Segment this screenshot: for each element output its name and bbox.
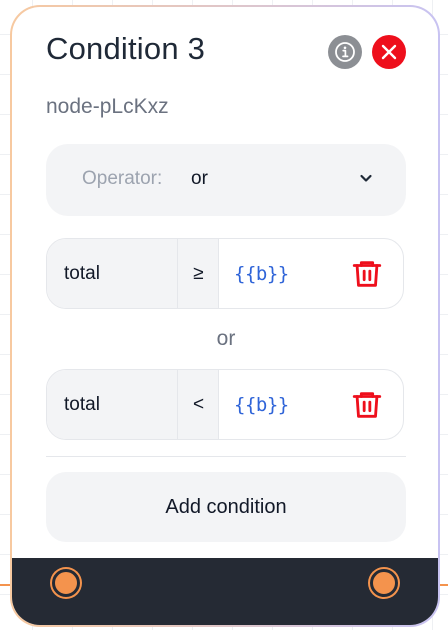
add-condition-button[interactable]: Add condition bbox=[46, 472, 406, 542]
operator-select[interactable]: Operator: or bbox=[46, 144, 406, 216]
divider bbox=[46, 456, 406, 457]
condition-row[interactable]: total < {{b}} bbox=[46, 369, 404, 440]
input-handle[interactable] bbox=[52, 569, 80, 597]
operator-value: or bbox=[191, 168, 208, 189]
condition-field[interactable]: total bbox=[47, 239, 178, 308]
condition-operator[interactable]: ≥ bbox=[178, 239, 219, 308]
condition-separator: or bbox=[216, 327, 236, 350]
condition-value-input[interactable]: {{b}} bbox=[234, 263, 289, 285]
condition-operator[interactable]: < bbox=[178, 370, 219, 439]
condition-field[interactable]: total bbox=[47, 370, 178, 439]
close-icon bbox=[381, 44, 397, 60]
condition-node-card[interactable]: Condition 3 node-pLcKxz Operator: or tot… bbox=[10, 5, 440, 627]
operator-label: Operator: bbox=[82, 168, 163, 189]
condition-value-input[interactable]: {{b}} bbox=[234, 394, 289, 416]
output-handle[interactable] bbox=[370, 569, 398, 597]
delete-condition-button[interactable] bbox=[350, 257, 384, 296]
node-title: Condition 3 bbox=[46, 31, 206, 66]
condition-row[interactable]: total ≥ {{b}} bbox=[46, 238, 404, 309]
chevron-down-icon bbox=[360, 174, 372, 182]
trash-icon bbox=[352, 392, 382, 418]
info-icon bbox=[335, 42, 355, 62]
condition-field-label: total bbox=[64, 394, 100, 415]
condition-field-label: total bbox=[64, 263, 100, 284]
condition-operator-label: ≥ bbox=[193, 263, 204, 284]
delete-condition-button[interactable] bbox=[350, 388, 384, 427]
node-id: node-pLcKxz bbox=[46, 95, 169, 118]
info-button[interactable] bbox=[328, 35, 362, 69]
condition-operator-label: < bbox=[192, 394, 205, 415]
trash-icon bbox=[352, 261, 382, 287]
close-button[interactable] bbox=[372, 35, 406, 69]
